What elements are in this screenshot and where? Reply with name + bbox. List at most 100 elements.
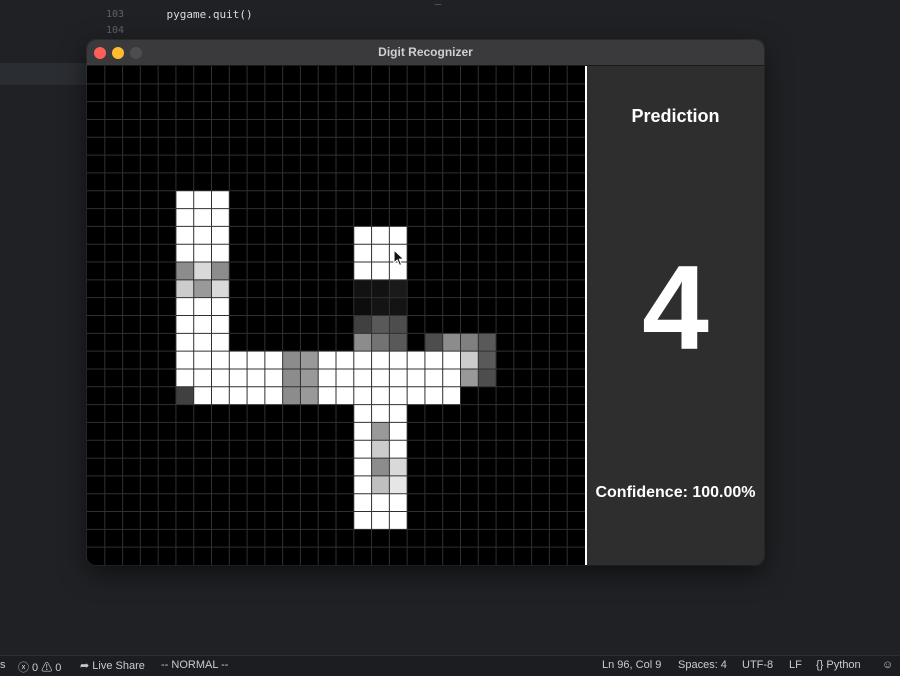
canvas-pixel[interactable] xyxy=(424,351,443,369)
digit-recognizer-window[interactable]: Digit Recognizer Prediction 4 Confidence… xyxy=(87,40,764,565)
canvas-pixel[interactable] xyxy=(193,244,212,263)
canvas-pixel[interactable] xyxy=(371,493,390,512)
canvas-pixel[interactable] xyxy=(371,458,390,476)
status-left-fragment[interactable]: s xyxy=(0,659,6,671)
canvas-pixel[interactable] xyxy=(175,190,194,209)
canvas-pixel[interactable] xyxy=(211,368,230,387)
live-share-button[interactable]: ➦ Live Share xyxy=(80,659,145,672)
canvas-pixel[interactable] xyxy=(371,404,390,423)
canvas-pixel[interactable] xyxy=(229,368,248,387)
canvas-pixel[interactable] xyxy=(353,351,372,369)
language-mode-button[interactable]: {} Python xyxy=(816,659,861,671)
canvas-pixel[interactable] xyxy=(193,315,212,334)
canvas-pixel[interactable] xyxy=(371,386,390,405)
canvas-pixel[interactable] xyxy=(211,262,230,280)
code-line[interactable]: pygame.quit() xyxy=(140,8,252,21)
canvas-pixel[interactable] xyxy=(353,440,372,459)
canvas-pixel[interactable] xyxy=(193,190,212,209)
canvas-pixel[interactable] xyxy=(424,386,443,405)
canvas-pixel[interactable] xyxy=(353,511,372,530)
canvas-pixel[interactable] xyxy=(211,208,230,227)
canvas-pixel[interactable] xyxy=(371,368,390,387)
canvas-pixel[interactable] xyxy=(353,279,372,298)
canvas-pixel[interactable] xyxy=(175,351,194,369)
canvas-pixel[interactable] xyxy=(389,422,408,441)
canvas-pixel[interactable] xyxy=(389,475,408,494)
canvas-pixel[interactable] xyxy=(371,279,390,298)
canvas-pixel[interactable] xyxy=(175,315,194,334)
copilot-icon[interactable]: ☺ xyxy=(882,659,893,671)
canvas-pixel[interactable] xyxy=(371,422,390,441)
canvas-pixel[interactable] xyxy=(389,386,408,405)
canvas-pixel[interactable] xyxy=(353,458,372,476)
canvas-pixel[interactable] xyxy=(460,351,479,369)
canvas-pixel[interactable] xyxy=(193,333,212,352)
canvas-pixel[interactable] xyxy=(389,368,408,387)
canvas-pixel[interactable] xyxy=(229,351,248,369)
canvas-pixel[interactable] xyxy=(175,262,194,280)
canvas-pixel[interactable] xyxy=(264,386,283,405)
canvas-pixel[interactable] xyxy=(211,351,230,369)
canvas-pixel[interactable] xyxy=(264,351,283,369)
canvas-pixel[interactable] xyxy=(193,386,212,405)
canvas-pixel[interactable] xyxy=(389,493,408,512)
canvas-pixel[interactable] xyxy=(175,333,194,352)
canvas-pixel[interactable] xyxy=(389,279,408,298)
canvas-pixel[interactable] xyxy=(175,226,194,245)
canvas-pixel[interactable] xyxy=(371,475,390,494)
canvas-pixel[interactable] xyxy=(389,440,408,459)
canvas-pixel[interactable] xyxy=(193,279,212,298)
canvas-pixel[interactable] xyxy=(247,386,265,405)
canvas-pixel[interactable] xyxy=(264,368,283,387)
problems-indicator[interactable]: ⓧ 0 ⚠ 0 xyxy=(18,659,61,675)
canvas-pixel[interactable] xyxy=(371,511,390,530)
canvas-pixel[interactable] xyxy=(371,262,390,280)
canvas-pixel[interactable] xyxy=(407,368,425,387)
canvas-pixel[interactable] xyxy=(175,297,194,316)
canvas-pixel[interactable] xyxy=(193,226,212,245)
canvas-pixel[interactable] xyxy=(175,279,194,298)
canvas-pixel[interactable] xyxy=(211,333,230,352)
canvas-pixel[interactable] xyxy=(407,351,425,369)
canvas-pixel[interactable] xyxy=(300,351,319,369)
canvas-pixel[interactable] xyxy=(318,351,336,369)
canvas-pixel[interactable] xyxy=(371,351,390,369)
canvas-pixel[interactable] xyxy=(318,368,336,387)
canvas-pixel[interactable] xyxy=(371,244,390,263)
indentation-setting[interactable]: Spaces: 4 xyxy=(678,659,727,671)
canvas-pixel[interactable] xyxy=(353,226,372,245)
canvas-pixel[interactable] xyxy=(211,279,230,298)
canvas-pixel[interactable] xyxy=(336,386,354,405)
canvas-pixel[interactable] xyxy=(371,226,390,245)
canvas-pixel[interactable] xyxy=(460,368,479,387)
canvas-pixel[interactable] xyxy=(353,244,372,263)
canvas-pixel[interactable] xyxy=(193,208,212,227)
canvas-pixel[interactable] xyxy=(424,333,443,352)
canvas-pixel[interactable] xyxy=(211,386,230,405)
canvas-pixel[interactable] xyxy=(282,351,301,369)
canvas-pixel[interactable] xyxy=(353,493,372,512)
canvas-pixel[interactable] xyxy=(478,333,497,352)
canvas-pixel[interactable] xyxy=(389,297,408,316)
canvas-pixel[interactable] xyxy=(353,475,372,494)
canvas-pixel[interactable] xyxy=(353,297,372,316)
canvas-pixel[interactable] xyxy=(247,351,265,369)
canvas-pixel[interactable] xyxy=(282,368,301,387)
canvas-pixel[interactable] xyxy=(371,440,390,459)
canvas-pixel[interactable] xyxy=(353,386,372,405)
canvas-pixel[interactable] xyxy=(211,315,230,334)
canvas-pixel[interactable] xyxy=(442,386,461,405)
window-titlebar[interactable]: Digit Recognizer xyxy=(87,40,764,66)
canvas-pixel[interactable] xyxy=(389,315,408,334)
canvas-pixel[interactable] xyxy=(300,386,319,405)
canvas-pixel[interactable] xyxy=(460,333,479,352)
canvas-pixel[interactable] xyxy=(211,244,230,263)
canvas-pixel[interactable] xyxy=(389,458,408,476)
canvas-pixel[interactable] xyxy=(211,190,230,209)
canvas-pixel[interactable] xyxy=(175,244,194,263)
canvas-pixel[interactable] xyxy=(175,386,194,405)
canvas-pixel[interactable] xyxy=(353,422,372,441)
canvas-pixel[interactable] xyxy=(282,386,301,405)
canvas-pixel[interactable] xyxy=(371,315,390,334)
canvas-pixel[interactable] xyxy=(300,368,319,387)
